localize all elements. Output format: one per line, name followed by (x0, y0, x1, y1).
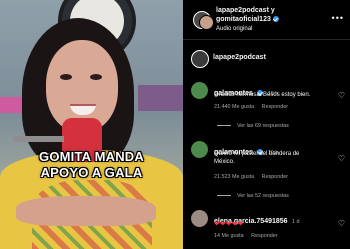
heart-hands (16, 196, 156, 226)
eye (60, 74, 72, 80)
more-horizontal-icon[interactable]: ••• (332, 13, 344, 23)
heart-icon[interactable]: ♡ (338, 92, 345, 100)
comment-actions: 21.440 Me gusta Responder (214, 104, 288, 110)
mouth (70, 104, 96, 115)
verified-icon (272, 16, 279, 22)
header-users[interactable]: lapape2podcast y (216, 7, 275, 14)
comment-item: elena.garcia.75491856 1 d ❤❤❤❤❤ 14 Me gu… (183, 205, 350, 249)
comment-likes[interactable]: 21.440 Me gusta (214, 104, 254, 110)
video-caption-line2: APOYO A GALA (40, 165, 143, 180)
collab-avatar-2[interactable] (199, 15, 214, 30)
comment-likes[interactable]: 14 Me gusta (214, 233, 244, 239)
audio-label[interactable]: Audio original (216, 26, 252, 32)
comment-time: 1 d (292, 219, 300, 225)
header-divider (183, 39, 350, 40)
view-replies-button[interactable]: Ver las 69 respuestas (217, 123, 289, 129)
comment-actions: 21.523 Me gusta Responder (214, 174, 288, 180)
header-users2-text[interactable]: gomitaoficial123 (216, 16, 271, 23)
comment-text-line2: México. (214, 159, 235, 165)
author-name[interactable]: lapape2podcast (213, 54, 266, 61)
reply-button[interactable]: Responder (251, 233, 277, 239)
view-replies-button[interactable]: Ver las 52 respuestas (217, 193, 289, 199)
reply-button[interactable]: Responder (262, 174, 288, 180)
header-users-2[interactable]: gomitaoficial123 (216, 16, 279, 23)
video-caption-line1: GOMITA MANDA (39, 149, 144, 164)
eye (90, 74, 102, 80)
reply-button[interactable]: Responder (262, 104, 288, 110)
comment-avatar[interactable] (191, 82, 208, 99)
comment-likes[interactable]: 21.523 Me gusta (214, 174, 254, 180)
video-player[interactable]: GOMITA MANDA APOYO A GALA (0, 0, 183, 249)
comment-item: galamontes 19 h Gracias hermosa. Besos e… (183, 78, 350, 136)
comments-panel: lapape2podcast y gomitaoficial123 Audio … (183, 0, 350, 249)
comment-actions: 14 Me gusta Responder (214, 233, 278, 239)
comment-text: Gracias hermosa. Besos estoy bien. (214, 92, 311, 98)
heart-emojis: ❤❤❤❤❤ (214, 221, 244, 228)
comment-text: Quiero mi pastel del bandera de (214, 151, 300, 157)
comment-item: galamontes 19 h Quiero mi pastel del ban… (183, 137, 350, 205)
heart-icon[interactable]: ♡ (338, 220, 345, 228)
shelf-decor-right (138, 85, 183, 111)
comment-avatar[interactable] (191, 210, 208, 227)
comment-avatar[interactable] (191, 141, 208, 158)
heart-icon[interactable]: ♡ (338, 155, 345, 163)
author-avatar[interactable] (191, 50, 209, 68)
